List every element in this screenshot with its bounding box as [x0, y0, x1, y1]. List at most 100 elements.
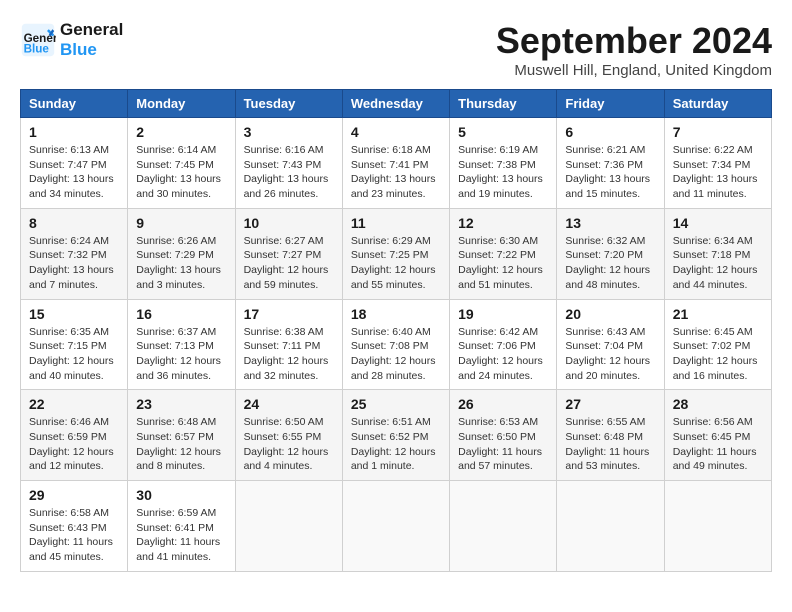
day-info: Sunrise: 6:19 AM Sunset: 7:38 PM Dayligh… [458, 143, 548, 202]
logo-icon: General Blue [20, 22, 56, 58]
day-info: Sunrise: 6:32 AM Sunset: 7:20 PM Dayligh… [565, 234, 655, 293]
svg-text:Blue: Blue [24, 42, 50, 55]
weekday-header-sunday: Sunday [21, 90, 128, 118]
day-info: Sunrise: 6:42 AM Sunset: 7:06 PM Dayligh… [458, 325, 548, 384]
calendar-cell [235, 481, 342, 572]
logo-text-general: General [60, 20, 123, 40]
calendar-cell: 19 Sunrise: 6:42 AM Sunset: 7:06 PM Dayl… [450, 299, 557, 390]
day-number: 5 [458, 124, 548, 140]
logo-text-blue: Blue [60, 40, 123, 60]
logo: General Blue General Blue [20, 20, 123, 59]
calendar-cell: 30 Sunrise: 6:59 AM Sunset: 6:41 PM Dayl… [128, 481, 235, 572]
day-info: Sunrise: 6:18 AM Sunset: 7:41 PM Dayligh… [351, 143, 441, 202]
day-number: 4 [351, 124, 441, 140]
calendar-cell: 20 Sunrise: 6:43 AM Sunset: 7:04 PM Dayl… [557, 299, 664, 390]
day-info: Sunrise: 6:59 AM Sunset: 6:41 PM Dayligh… [136, 506, 226, 565]
calendar-cell: 17 Sunrise: 6:38 AM Sunset: 7:11 PM Dayl… [235, 299, 342, 390]
calendar-cell: 4 Sunrise: 6:18 AM Sunset: 7:41 PM Dayli… [342, 118, 449, 209]
calendar-cell: 14 Sunrise: 6:34 AM Sunset: 7:18 PM Dayl… [664, 208, 771, 299]
day-number: 18 [351, 306, 441, 322]
weekday-header-wednesday: Wednesday [342, 90, 449, 118]
day-number: 19 [458, 306, 548, 322]
day-info: Sunrise: 6:34 AM Sunset: 7:18 PM Dayligh… [673, 234, 763, 293]
calendar-cell: 29 Sunrise: 6:58 AM Sunset: 6:43 PM Dayl… [21, 481, 128, 572]
day-number: 9 [136, 215, 226, 231]
calendar-week-1: 1 Sunrise: 6:13 AM Sunset: 7:47 PM Dayli… [21, 118, 772, 209]
weekday-header-tuesday: Tuesday [235, 90, 342, 118]
day-number: 14 [673, 215, 763, 231]
day-number: 29 [29, 487, 119, 503]
calendar-cell: 9 Sunrise: 6:26 AM Sunset: 7:29 PM Dayli… [128, 208, 235, 299]
day-info: Sunrise: 6:35 AM Sunset: 7:15 PM Dayligh… [29, 325, 119, 384]
day-number: 10 [244, 215, 334, 231]
day-number: 27 [565, 396, 655, 412]
day-number: 16 [136, 306, 226, 322]
weekday-header-monday: Monday [128, 90, 235, 118]
calendar-cell: 28 Sunrise: 6:56 AM Sunset: 6:45 PM Dayl… [664, 390, 771, 481]
day-number: 30 [136, 487, 226, 503]
calendar-cell [342, 481, 449, 572]
day-number: 15 [29, 306, 119, 322]
calendar-week-5: 29 Sunrise: 6:58 AM Sunset: 6:43 PM Dayl… [21, 481, 772, 572]
calendar-cell [557, 481, 664, 572]
day-info: Sunrise: 6:46 AM Sunset: 6:59 PM Dayligh… [29, 415, 119, 474]
calendar-table: SundayMondayTuesdayWednesdayThursdayFrid… [20, 89, 772, 572]
day-info: Sunrise: 6:45 AM Sunset: 7:02 PM Dayligh… [673, 325, 763, 384]
month-title: September 2024 [496, 20, 772, 62]
day-info: Sunrise: 6:40 AM Sunset: 7:08 PM Dayligh… [351, 325, 441, 384]
day-info: Sunrise: 6:53 AM Sunset: 6:50 PM Dayligh… [458, 415, 548, 474]
calendar-week-4: 22 Sunrise: 6:46 AM Sunset: 6:59 PM Dayl… [21, 390, 772, 481]
day-number: 23 [136, 396, 226, 412]
day-info: Sunrise: 6:50 AM Sunset: 6:55 PM Dayligh… [244, 415, 334, 474]
calendar-cell: 3 Sunrise: 6:16 AM Sunset: 7:43 PM Dayli… [235, 118, 342, 209]
day-info: Sunrise: 6:55 AM Sunset: 6:48 PM Dayligh… [565, 415, 655, 474]
day-number: 28 [673, 396, 763, 412]
calendar-cell: 6 Sunrise: 6:21 AM Sunset: 7:36 PM Dayli… [557, 118, 664, 209]
day-number: 11 [351, 215, 441, 231]
day-info: Sunrise: 6:29 AM Sunset: 7:25 PM Dayligh… [351, 234, 441, 293]
calendar-week-3: 15 Sunrise: 6:35 AM Sunset: 7:15 PM Dayl… [21, 299, 772, 390]
day-number: 13 [565, 215, 655, 231]
page-header: General Blue General Blue September 2024… [20, 20, 772, 79]
day-number: 20 [565, 306, 655, 322]
day-number: 21 [673, 306, 763, 322]
calendar-week-2: 8 Sunrise: 6:24 AM Sunset: 7:32 PM Dayli… [21, 208, 772, 299]
day-info: Sunrise: 6:37 AM Sunset: 7:13 PM Dayligh… [136, 325, 226, 384]
day-number: 2 [136, 124, 226, 140]
day-number: 3 [244, 124, 334, 140]
day-number: 8 [29, 215, 119, 231]
calendar-cell: 11 Sunrise: 6:29 AM Sunset: 7:25 PM Dayl… [342, 208, 449, 299]
calendar-cell: 12 Sunrise: 6:30 AM Sunset: 7:22 PM Dayl… [450, 208, 557, 299]
weekday-header-saturday: Saturday [664, 90, 771, 118]
calendar-cell: 15 Sunrise: 6:35 AM Sunset: 7:15 PM Dayl… [21, 299, 128, 390]
day-info: Sunrise: 6:58 AM Sunset: 6:43 PM Dayligh… [29, 506, 119, 565]
day-info: Sunrise: 6:14 AM Sunset: 7:45 PM Dayligh… [136, 143, 226, 202]
calendar-cell: 26 Sunrise: 6:53 AM Sunset: 6:50 PM Dayl… [450, 390, 557, 481]
day-number: 12 [458, 215, 548, 231]
day-number: 7 [673, 124, 763, 140]
calendar-cell: 10 Sunrise: 6:27 AM Sunset: 7:27 PM Dayl… [235, 208, 342, 299]
day-number: 6 [565, 124, 655, 140]
day-info: Sunrise: 6:56 AM Sunset: 6:45 PM Dayligh… [673, 415, 763, 474]
day-number: 22 [29, 396, 119, 412]
day-info: Sunrise: 6:24 AM Sunset: 7:32 PM Dayligh… [29, 234, 119, 293]
day-number: 24 [244, 396, 334, 412]
calendar-cell: 13 Sunrise: 6:32 AM Sunset: 7:20 PM Dayl… [557, 208, 664, 299]
day-number: 1 [29, 124, 119, 140]
day-number: 17 [244, 306, 334, 322]
calendar-cell: 27 Sunrise: 6:55 AM Sunset: 6:48 PM Dayl… [557, 390, 664, 481]
calendar-cell: 16 Sunrise: 6:37 AM Sunset: 7:13 PM Dayl… [128, 299, 235, 390]
calendar-cell: 21 Sunrise: 6:45 AM Sunset: 7:02 PM Dayl… [664, 299, 771, 390]
day-number: 26 [458, 396, 548, 412]
day-info: Sunrise: 6:13 AM Sunset: 7:47 PM Dayligh… [29, 143, 119, 202]
title-area: September 2024 Muswell Hill, England, Un… [496, 20, 772, 79]
calendar-cell: 7 Sunrise: 6:22 AM Sunset: 7:34 PM Dayli… [664, 118, 771, 209]
calendar-cell: 8 Sunrise: 6:24 AM Sunset: 7:32 PM Dayli… [21, 208, 128, 299]
calendar-cell: 25 Sunrise: 6:51 AM Sunset: 6:52 PM Dayl… [342, 390, 449, 481]
location-text: Muswell Hill, England, United Kingdom [496, 62, 772, 79]
calendar-cell: 22 Sunrise: 6:46 AM Sunset: 6:59 PM Dayl… [21, 390, 128, 481]
weekday-header-friday: Friday [557, 90, 664, 118]
day-info: Sunrise: 6:43 AM Sunset: 7:04 PM Dayligh… [565, 325, 655, 384]
calendar-cell: 5 Sunrise: 6:19 AM Sunset: 7:38 PM Dayli… [450, 118, 557, 209]
day-info: Sunrise: 6:30 AM Sunset: 7:22 PM Dayligh… [458, 234, 548, 293]
